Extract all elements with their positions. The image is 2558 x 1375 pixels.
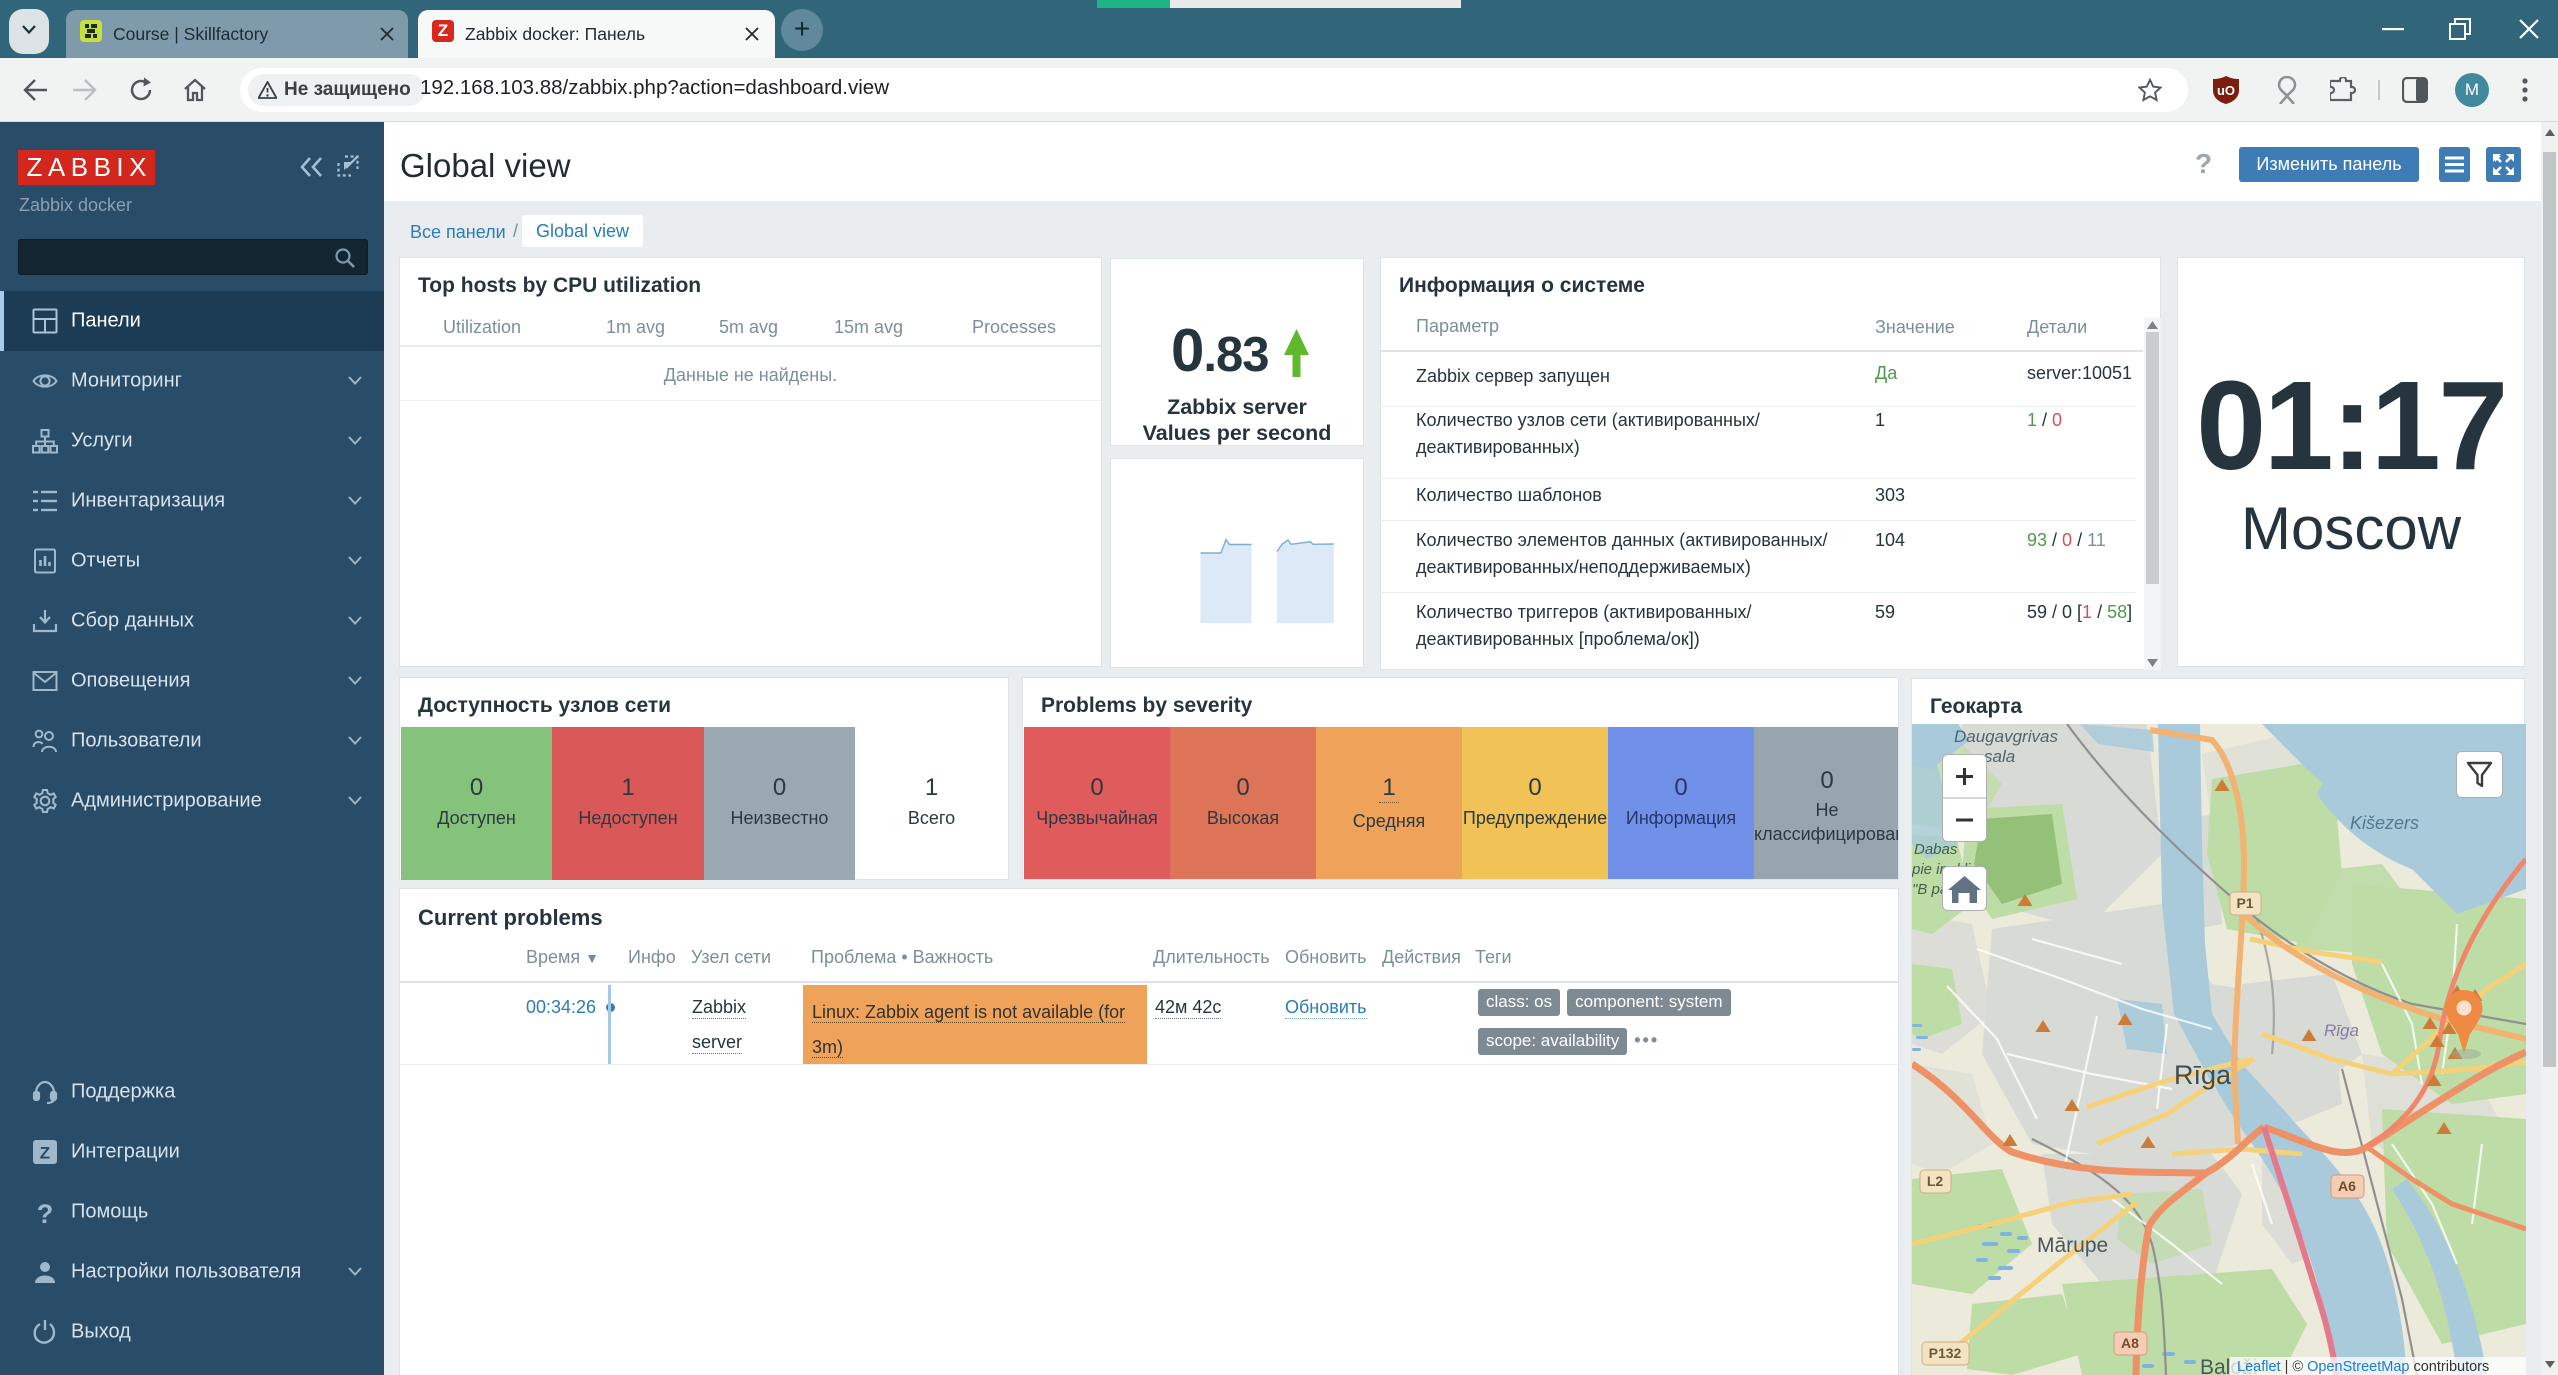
svg-text:Mārupe: Mārupe [2037,1234,2108,1257]
svg-text:A6: A6 [2338,1178,2356,1194]
svg-text:Dabas: Dabas [1914,841,1958,858]
svg-text:P1: P1 [2236,895,2253,911]
svg-text:sala: sala [1984,747,2015,766]
svg-text:uO: uO [2217,83,2235,98]
svg-text:P132: P132 [1929,1345,1962,1361]
svg-text:Rīga: Rīga [2324,1021,2359,1040]
svg-text:Leaflet | © OpenStreetMap cont: Leaflet | © OpenStreetMap contributors [2237,1359,2489,1375]
svg-text:A8: A8 [2121,1335,2139,1351]
svg-text:Rīga: Rīga [2174,1060,2232,1090]
svg-text:Z: Z [40,1144,50,1163]
svg-text:Kišezers: Kišezers [2350,813,2419,833]
svg-text:Daugavgrivas: Daugavgrivas [1954,727,2058,746]
svg-text:L2: L2 [1927,1173,1944,1189]
